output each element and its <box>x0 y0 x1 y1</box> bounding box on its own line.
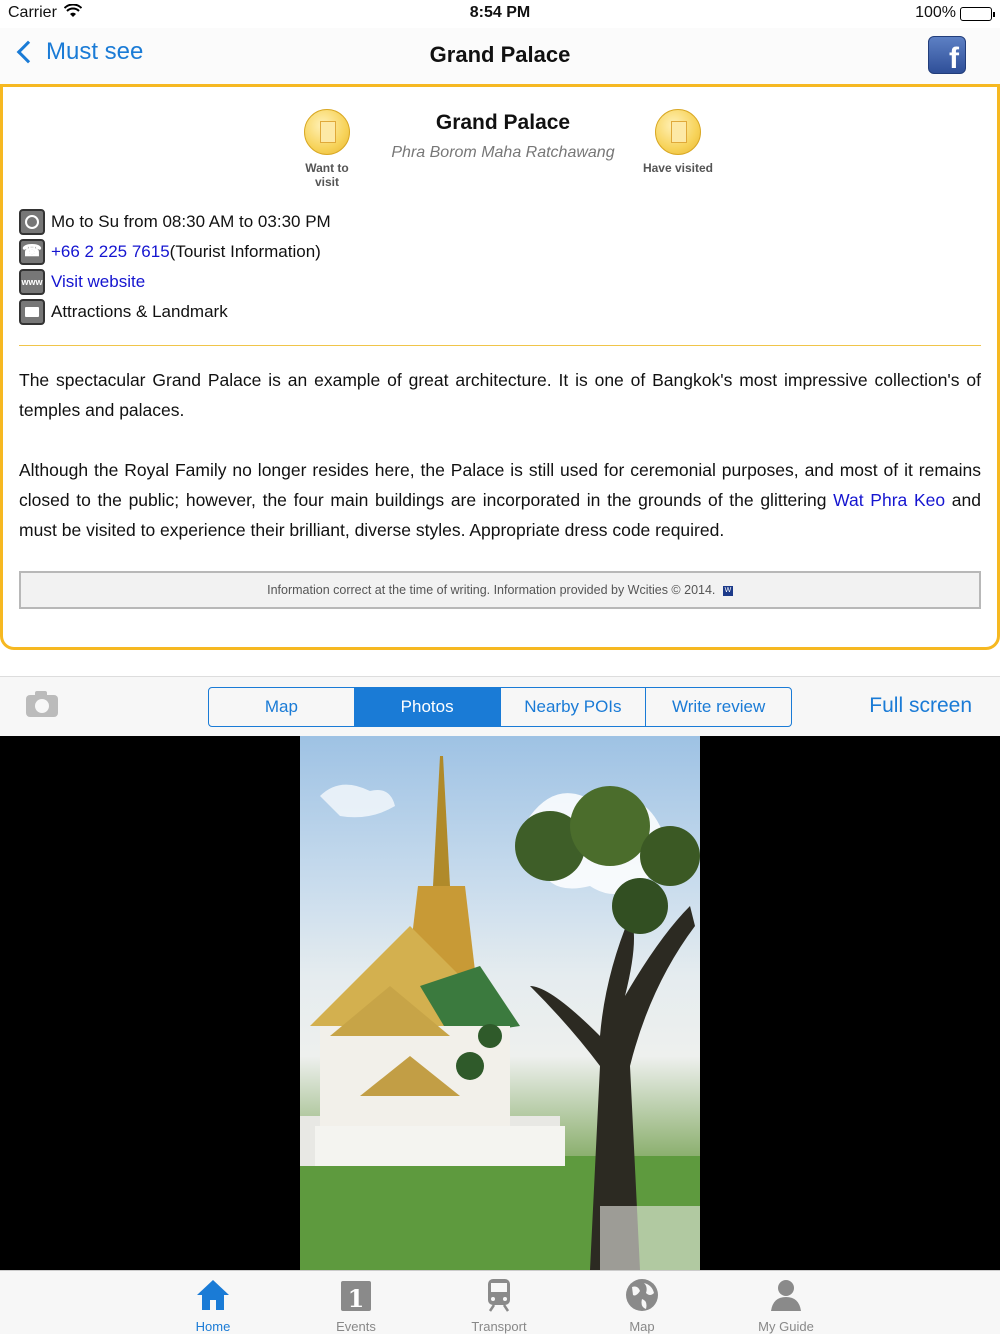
phone-icon <box>19 239 45 265</box>
segment-photos[interactable]: Photos <box>354 688 501 726</box>
clock-icon <box>19 209 45 235</box>
clock: 8:54 PM <box>469 4 531 21</box>
person-icon <box>768 1277 804 1313</box>
credit-banner: Information correct at the time of writi… <box>19 571 981 609</box>
page-title: Grand Palace <box>429 42 571 67</box>
wcities-logo-icon: W <box>722 585 733 596</box>
want-to-visit-label: Want to visit <box>305 161 349 189</box>
status-bar: Carrier 8:54 PM 100% <box>0 0 1000 28</box>
tab-transport[interactable]: Transport <box>449 1277 549 1334</box>
segmented-control: Map Photos Nearby POIs Write review <box>208 687 792 727</box>
tab-map[interactable]: Map <box>592 1277 692 1334</box>
facebook-icon[interactable]: f <box>928 36 966 74</box>
description-paragraph-1: The spectacular Grand Palace is an examp… <box>19 370 981 420</box>
tab-transport-label: Transport <box>471 1319 527 1334</box>
tab-events[interactable]: 1 Events <box>306 1277 406 1334</box>
credit-text: Information correct at the time of writi… <box>267 583 716 597</box>
train-icon <box>481 1277 517 1313</box>
tab-my-guide-label: My Guide <box>758 1319 814 1334</box>
battery-percentage: 100% <box>915 4 956 21</box>
calendar-icon: 1 <box>338 1277 374 1313</box>
poi-title: Grand Palace <box>435 111 571 134</box>
opening-hours: Mo to Su from 08:30 AM to 03:30 PM <box>51 212 331 231</box>
segment-write-review[interactable]: Write review <box>646 688 791 726</box>
divider <box>19 345 981 346</box>
phone-note: (Tourist Information) <box>169 242 321 261</box>
calendar-icon-digit: 1 <box>348 1284 365 1313</box>
camera-icon[interactable] <box>26 691 58 717</box>
tab-bar: Home 1 Events Transport Map My Guide <box>0 1270 1000 1334</box>
have-visited-icon <box>655 109 701 155</box>
full-screen-button[interactable]: Full screen <box>869 694 972 718</box>
poi-details-card: Want to visit Grand Palace Phra Borom Ma… <box>0 84 1000 650</box>
tab-home-label: Home <box>195 1319 231 1334</box>
segment-map[interactable]: Map <box>209 688 355 726</box>
opening-hours-row: Mo to Su from 08:30 AM to 03:30 PM <box>19 208 331 236</box>
www-icon: www <box>19 269 45 295</box>
folder-icon <box>19 299 45 325</box>
tab-home[interactable]: Home <box>163 1277 263 1334</box>
have-visited-button[interactable]: Have visited <box>633 109 723 175</box>
website-link[interactable]: Visit website <box>51 272 145 292</box>
poi-subtitle: Phra Borom Maha Ratchawang <box>391 144 615 161</box>
have-visited-label: Have visited <box>642 161 714 175</box>
phone-row: +66 2 225 7615 (Tourist Information) <box>19 238 321 266</box>
wat-phra-keo-link[interactable]: Wat Phra Keo <box>833 490 945 510</box>
phone-link[interactable]: +66 2 225 7615 <box>51 242 170 262</box>
category-row: Attractions & Landmark <box>19 298 228 326</box>
tab-my-guide[interactable]: My Guide <box>736 1277 836 1334</box>
segment-nearby-pois[interactable]: Nearby POIs <box>501 688 647 726</box>
tab-map-label: Map <box>629 1319 655 1334</box>
navigation-bar: Must see Grand Palace f <box>0 28 1000 84</box>
description-paragraph-2: Although the Royal Family no longer resi… <box>19 455 981 545</box>
media-toolbar: Map Photos Nearby POIs Write review Full… <box>0 676 1000 736</box>
category-label: Attractions & Landmark <box>51 302 228 321</box>
photo-viewer[interactable] <box>0 736 1000 1270</box>
battery-icon <box>960 7 995 21</box>
grand-palace-photo[interactable] <box>300 736 700 1270</box>
tab-events-label: Events <box>336 1319 376 1334</box>
website-row: www Visit website <box>19 268 145 296</box>
home-icon <box>195 1277 231 1313</box>
globe-icon <box>624 1277 660 1313</box>
